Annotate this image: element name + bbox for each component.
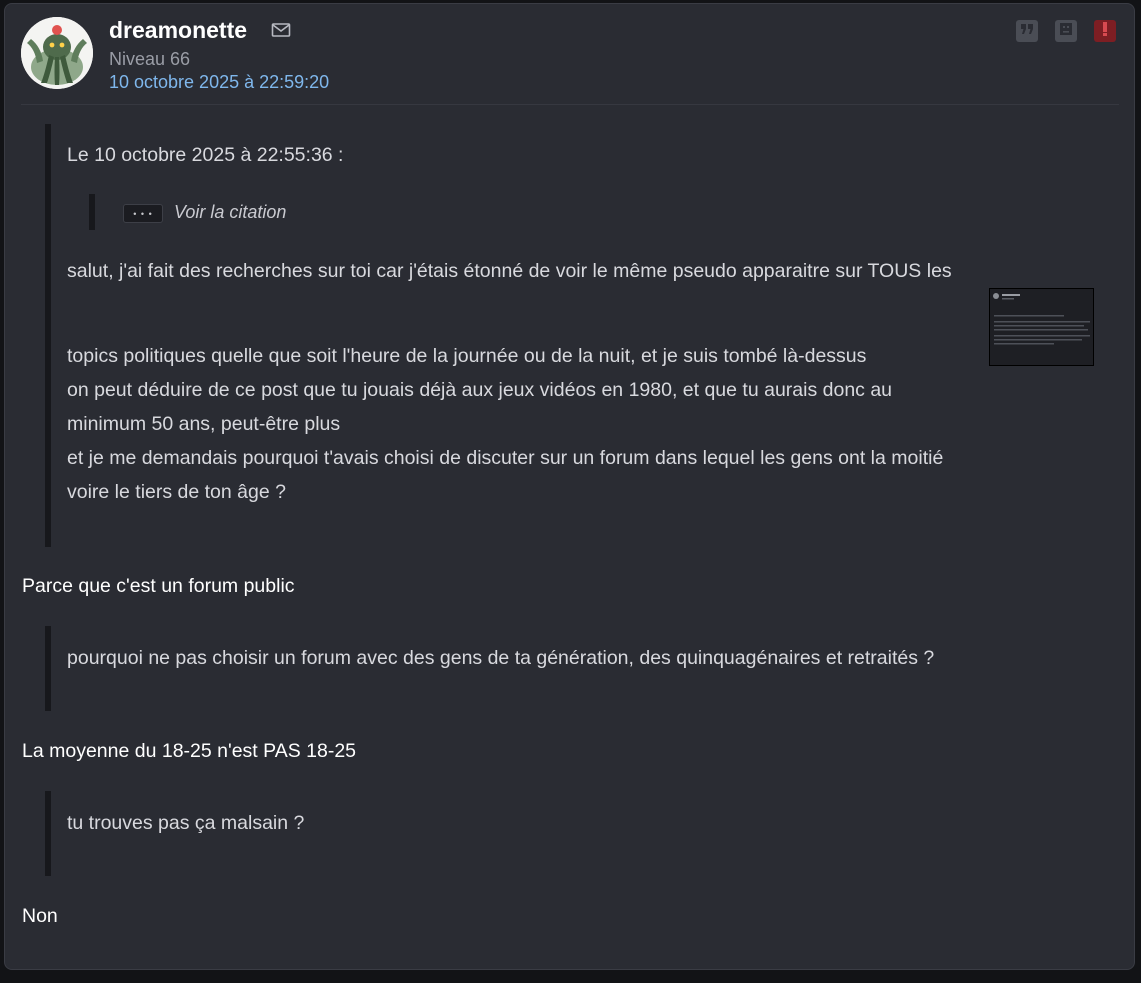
see-quote-link[interactable]: Voir la citation [174, 198, 286, 226]
quote-line: et je me demandais pourquoi t'avais choi… [67, 447, 944, 469]
screenshot-thumbnail[interactable] [989, 288, 1094, 366]
quote-bar [45, 791, 51, 876]
quote-header: Le 10 octobre 2025 à 22:55:36 : [67, 144, 344, 166]
expand-quote-button[interactable]: • • • [123, 204, 163, 223]
sad-reaction-button[interactable] [1055, 20, 1077, 42]
quote-bar [45, 626, 51, 711]
header-divider [21, 104, 1119, 105]
reply-text: Parce que c'est un forum public [22, 575, 295, 597]
reply-text: La moyenne du 18-25 n'est PAS 18-25 [22, 740, 357, 762]
quote-line: salut, j'ai fait des recherches sur toi … [67, 260, 952, 282]
author-level: Niveau 66 [109, 49, 191, 69]
mail-icon[interactable] [271, 22, 291, 38]
nested-quote-bar [89, 194, 95, 230]
author-name[interactable]: dreamonette [109, 16, 247, 44]
quote-line: voire le tiers de ton âge ? [67, 481, 286, 503]
quote-line: on peut déduire de ce post que tu jouais… [67, 379, 893, 401]
quote-line: minimum 50 ans, peut-être plus [67, 413, 341, 435]
quote-icon [1020, 22, 1034, 40]
reply-text: Non [22, 905, 58, 927]
dots-icon: • • • [133, 208, 153, 219]
quote-line: topics politiques quelle que soit l'heur… [67, 345, 867, 367]
post-date-link[interactable]: 10 octobre 2025 à 22:59:20 [109, 71, 329, 93]
forum-post: dreamonette Niveau 66 10 octobre 2025 à … [4, 3, 1135, 970]
quote-bar [45, 124, 51, 547]
report-button[interactable] [1094, 20, 1116, 42]
exclamation-icon [1102, 21, 1108, 42]
cthulhu-avatar[interactable] [21, 17, 93, 89]
quote-line: pourquoi ne pas choisir un forum avec de… [67, 647, 935, 669]
quote-button[interactable] [1016, 20, 1038, 42]
sad-face-icon [1058, 21, 1074, 42]
quote-line: tu trouves pas ça malsain ? [67, 812, 305, 834]
